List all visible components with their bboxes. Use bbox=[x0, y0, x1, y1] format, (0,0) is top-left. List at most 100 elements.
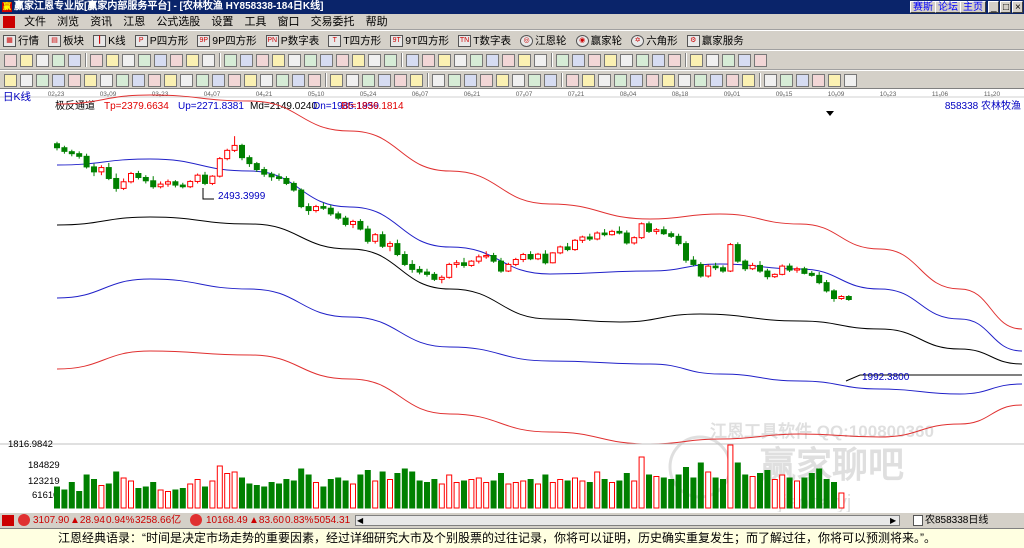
drawing-tool-icon[interactable] bbox=[502, 54, 515, 67]
drawing-tool-icon[interactable] bbox=[276, 74, 289, 87]
drawing-tool-icon[interactable] bbox=[598, 74, 611, 87]
toolbar-gann-wheel-button[interactable]: ◎ 江恩轮 bbox=[517, 32, 570, 49]
drawing-tool-icon[interactable] bbox=[614, 74, 627, 87]
home-button[interactable]: 主页 bbox=[960, 1, 986, 13]
menu-trade[interactable]: 交易委托 bbox=[307, 14, 359, 30]
drawing-tool-icon[interactable] bbox=[518, 54, 531, 67]
drawing-tool-icon[interactable] bbox=[738, 54, 751, 67]
drawing-tool-icon[interactable] bbox=[256, 54, 269, 67]
menu-gann[interactable]: 江恩 bbox=[119, 14, 149, 30]
maximize-button[interactable]: □ bbox=[1000, 1, 1011, 13]
drawing-tool-icon[interactable] bbox=[122, 54, 135, 67]
drawing-tool-icon[interactable] bbox=[844, 74, 857, 87]
drawing-tool-icon[interactable] bbox=[100, 74, 113, 87]
drawing-tool-icon[interactable] bbox=[588, 54, 601, 67]
sh-index-icon[interactable] bbox=[2, 515, 14, 526]
drawing-tool-icon[interactable] bbox=[378, 74, 391, 87]
drawing-tool-icon[interactable] bbox=[272, 54, 285, 67]
drawing-tool-icon[interactable] bbox=[646, 74, 659, 87]
drawing-tool-icon[interactable] bbox=[828, 74, 841, 87]
toolbar-p-number-button[interactable]: PN P数字表 bbox=[263, 32, 323, 49]
menu-file[interactable]: 文件 bbox=[20, 14, 50, 30]
drawing-tool-icon[interactable] bbox=[212, 74, 225, 87]
drawing-tool-icon[interactable] bbox=[566, 74, 579, 87]
drawing-tool-icon[interactable] bbox=[320, 54, 333, 67]
toolbar-9p-square-button[interactable]: 9P 9P四方形 bbox=[194, 32, 259, 49]
drawing-tool-icon[interactable] bbox=[690, 54, 703, 67]
toolbar-9t-square-button[interactable]: 9T 9T四方形 bbox=[387, 32, 452, 49]
drawing-tool-icon[interactable] bbox=[4, 54, 17, 67]
drawing-tool-icon[interactable] bbox=[604, 54, 617, 67]
menu-browse[interactable]: 浏览 bbox=[53, 14, 83, 30]
drawing-tool-icon[interactable] bbox=[330, 74, 343, 87]
drawing-tool-icon[interactable] bbox=[464, 74, 477, 87]
drawing-tool-icon[interactable] bbox=[422, 54, 435, 67]
drawing-tool-icon[interactable] bbox=[572, 54, 585, 67]
drawing-tool-icon[interactable] bbox=[138, 54, 151, 67]
drawing-tool-icon[interactable] bbox=[336, 54, 349, 67]
drawing-tool-icon[interactable] bbox=[202, 54, 215, 67]
drawing-tool-icon[interactable] bbox=[148, 74, 161, 87]
app-icon[interactable]: 赢 bbox=[2, 2, 12, 12]
toolbar-p-square-button[interactable]: P P四方形 bbox=[132, 32, 192, 49]
toolbar-kline-button[interactable]: ┃ K线 bbox=[90, 32, 129, 49]
drawing-tool-icon[interactable] bbox=[90, 54, 103, 67]
drawing-tool-icon[interactable] bbox=[742, 74, 755, 87]
drawing-tool-icon[interactable] bbox=[352, 54, 365, 67]
drawing-tool-icon[interactable] bbox=[694, 74, 707, 87]
drawing-tool-icon[interactable] bbox=[170, 54, 183, 67]
toolbar-service-button[interactable]: ⚙ 赢家服务 bbox=[684, 32, 747, 49]
drawing-tool-icon[interactable] bbox=[384, 54, 397, 67]
drawing-tool-icon[interactable] bbox=[512, 74, 525, 87]
horizontal-scrollbar[interactable] bbox=[355, 515, 900, 526]
drawing-tool-icon[interactable] bbox=[132, 74, 145, 87]
drawing-tool-icon[interactable] bbox=[636, 54, 649, 67]
drawing-tool-icon[interactable] bbox=[164, 74, 177, 87]
drawing-tool-icon[interactable] bbox=[706, 54, 719, 67]
drawing-tool-icon[interactable] bbox=[20, 54, 33, 67]
drawing-tool-icon[interactable] bbox=[180, 74, 193, 87]
drawing-tool-icon[interactable] bbox=[260, 74, 273, 87]
drawing-tool-icon[interactable] bbox=[228, 74, 241, 87]
drawing-tool-icon[interactable] bbox=[4, 74, 17, 87]
toolbar-winner-wheel-button[interactable]: ◉ 赢家轮 bbox=[573, 32, 626, 49]
drawing-tool-icon[interactable] bbox=[20, 74, 33, 87]
drawing-tool-icon[interactable] bbox=[556, 54, 569, 67]
drawing-tool-icon[interactable] bbox=[486, 54, 499, 67]
drawing-tool-icon[interactable] bbox=[292, 74, 305, 87]
drawing-tool-icon[interactable] bbox=[346, 74, 359, 87]
link-button-0[interactable]: 赛斯 bbox=[910, 1, 936, 13]
toolbar-hexagon-button[interactable]: ✡ 六角形 bbox=[628, 32, 681, 49]
drawing-tool-icon[interactable] bbox=[410, 74, 423, 87]
drawing-tool-icon[interactable] bbox=[620, 54, 633, 67]
drawing-tool-icon[interactable] bbox=[582, 74, 595, 87]
drawing-tool-icon[interactable] bbox=[52, 74, 65, 87]
drawing-tool-icon[interactable] bbox=[406, 54, 419, 67]
drawing-tool-icon[interactable] bbox=[662, 74, 675, 87]
drawing-tool-icon[interactable] bbox=[470, 54, 483, 67]
scroll-left-icon[interactable]: ◀ bbox=[357, 516, 363, 525]
drawing-tool-icon[interactable] bbox=[224, 54, 237, 67]
toolbar-t-square-button[interactable]: T T四方形 bbox=[325, 32, 384, 49]
drawing-tool-icon[interactable] bbox=[394, 74, 407, 87]
drawing-tool-icon[interactable] bbox=[106, 54, 119, 67]
drawing-tool-icon[interactable] bbox=[454, 54, 467, 67]
drawing-tool-icon[interactable] bbox=[726, 74, 739, 87]
drawing-tool-icon[interactable] bbox=[244, 74, 257, 87]
drawing-tool-icon[interactable] bbox=[668, 54, 681, 67]
drawing-tool-icon[interactable] bbox=[652, 54, 665, 67]
drawing-tool-icon[interactable] bbox=[630, 74, 643, 87]
menu-info[interactable]: 资讯 bbox=[86, 14, 116, 30]
drawing-tool-icon[interactable] bbox=[480, 74, 493, 87]
drawing-tool-icon[interactable] bbox=[796, 74, 809, 87]
menu-window[interactable]: 窗口 bbox=[274, 14, 304, 30]
drawing-tool-icon[interactable] bbox=[68, 54, 81, 67]
drawing-tool-icon[interactable] bbox=[196, 74, 209, 87]
drawing-tool-icon[interactable] bbox=[544, 74, 557, 87]
close-button[interactable]: × bbox=[1012, 1, 1023, 13]
drawing-tool-icon[interactable] bbox=[288, 54, 301, 67]
drawing-tool-icon[interactable] bbox=[710, 74, 723, 87]
drawing-tool-icon[interactable] bbox=[36, 54, 49, 67]
drawing-tool-icon[interactable] bbox=[68, 74, 81, 87]
drawing-tool-icon[interactable] bbox=[528, 74, 541, 87]
